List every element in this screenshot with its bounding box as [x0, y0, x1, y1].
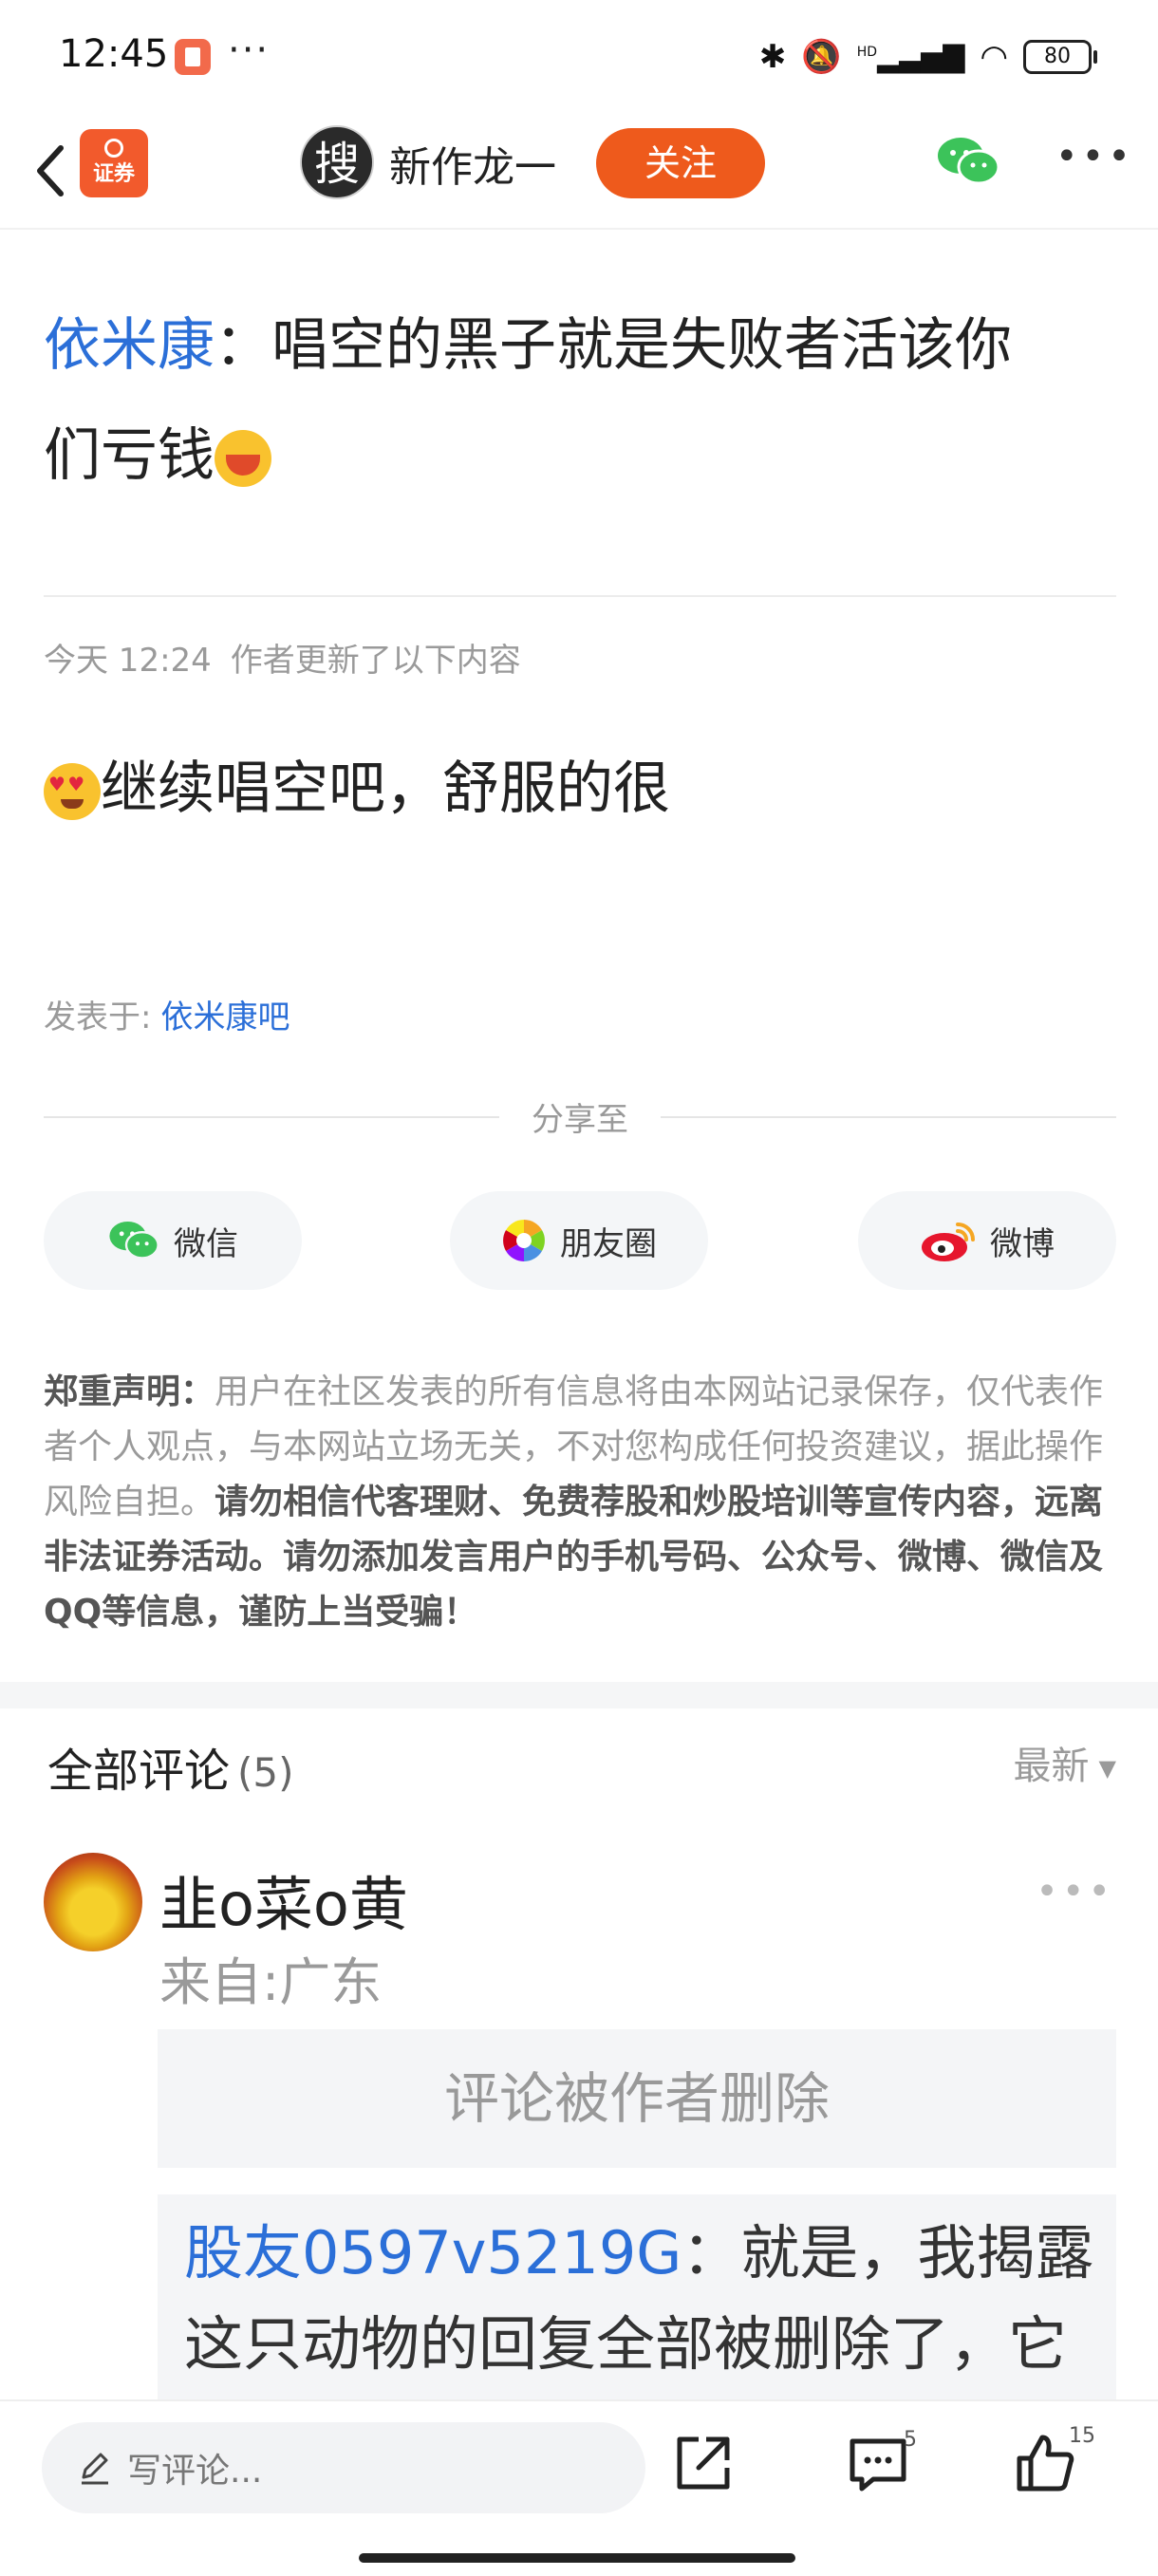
posted-in-label: 发表于:: [44, 999, 152, 1036]
quoted-reply-text: 股友0597v5219G：就是，我揭露这只动物的回复全部被删除了，它: [184, 2208, 1095, 2390]
wifi-icon: ◠: [980, 38, 1008, 76]
comments-title: 全部评论: [47, 1745, 231, 1798]
author-avatar[interactable]: 搜: [300, 125, 374, 199]
comment-icon[interactable]: [845, 2430, 911, 2496]
share-weibo-button[interactable]: 微博: [858, 1191, 1116, 1290]
share-icon[interactable]: [670, 2430, 737, 2496]
more-notifications-icon: ···: [228, 28, 271, 72]
battery-icon: 80: [1023, 40, 1097, 74]
sort-label: 最新: [1013, 1745, 1090, 1788]
heart-eyes-emoji-icon: [44, 763, 101, 821]
notification-app-icon: [175, 39, 211, 75]
home-indicator[interactable]: [359, 2553, 795, 2563]
share-moments-label: 朋友圈: [560, 1224, 657, 1263]
status-icons: ✱ 🔕 HD▂▃▅▇ ◠ 80: [758, 34, 1097, 80]
title-text-line1: 唱空的黑子就是失败者活该你: [271, 312, 1012, 379]
comments-heading: 全部评论 (5): [47, 1733, 294, 1800]
weibo-icon: [922, 1223, 975, 1261]
commenter-name[interactable]: 韭o菜o黄: [159, 1857, 408, 1942]
bottom-action-bar: 写评论... 5 15: [0, 2399, 1158, 2576]
sort-dropdown[interactable]: 最新 ▼: [1014, 1735, 1116, 1790]
posted-in: 发表于: 依米康吧: [44, 991, 290, 1037]
post-header: 证券 搜 新作龙一 关注 •••: [0, 114, 1158, 230]
divider: [44, 595, 1116, 597]
moments-icon: [503, 1220, 545, 1261]
mute-icon: 🔕: [801, 38, 842, 76]
author-name[interactable]: 新作龙一: [389, 133, 556, 194]
wechat-icon: [109, 1222, 159, 1260]
section-separator: [0, 1682, 1158, 1708]
status-time: 12:45: [59, 32, 169, 76]
pencil-icon: [82, 2453, 108, 2485]
more-options-icon[interactable]: •••: [1055, 135, 1134, 178]
commenter-avatar[interactable]: [44, 1853, 142, 1951]
share-weibo-label: 微博: [990, 1224, 1055, 1263]
disclaimer: 郑重声明：用户在社区发表的所有信息将由本网站记录保存，仅代表作者个人观点，与本网…: [44, 1365, 1118, 1640]
title-text-line2: 们亏钱: [44, 422, 215, 489]
status-bar: 12:45 ··· ✱ 🔕 HD▂▃▅▇ ◠ 80: [0, 0, 1158, 114]
update-body-text: 继续唱空吧，舒服的很: [101, 756, 670, 822]
update-body: 继续唱空吧，舒服的很: [44, 742, 670, 825]
comment-count-badge: 5: [904, 2428, 917, 2452]
follow-button[interactable]: 关注: [596, 128, 765, 198]
update-time: 今天 12:24: [44, 642, 212, 680]
write-comment-placeholder: 写评论...: [127, 2452, 263, 2491]
app-logo[interactable]: 证券: [80, 129, 148, 197]
comments-count: (5): [237, 1749, 294, 1796]
share-heading: 分享至: [44, 1093, 1116, 1139]
wechat-share-icon[interactable]: [935, 135, 1001, 188]
reply-user-link[interactable]: 股友0597v5219G: [184, 2218, 682, 2287]
quoted-reply[interactable]: 股友0597v5219G：就是，我揭露这只动物的回复全部被删除了，它: [158, 2194, 1116, 2403]
signal-icon: HD▂▃▅▇: [856, 40, 965, 74]
share-moments-button[interactable]: 朋友圈: [450, 1191, 708, 1290]
update-meta: 今天 12:24 作者更新了以下内容: [44, 634, 521, 681]
share-divider-right: [661, 1116, 1116, 1118]
update-note: 作者更新了以下内容: [230, 642, 521, 680]
post-title: 依米康：唱空的黑子就是失败者活该你 们亏钱: [44, 290, 1126, 511]
back-icon[interactable]: [25, 135, 78, 207]
caret-down-icon: ▼: [1098, 1755, 1116, 1782]
posted-in-bar-link[interactable]: 依米康吧: [160, 999, 290, 1036]
like-count-badge: 15: [1069, 2424, 1095, 2448]
disclaimer-label: 郑重声明：: [44, 1372, 215, 1411]
commenter-location: 来自:广东: [159, 1952, 383, 2012]
share-wechat-label: 微信: [174, 1224, 238, 1263]
bluetooth-icon: ✱: [758, 38, 787, 76]
write-comment-input[interactable]: 写评论...: [42, 2422, 645, 2513]
post-stock-link[interactable]: 依米康: [44, 312, 215, 379]
laughing-emoji-icon: [215, 430, 271, 488]
deleted-comment-notice: 评论被作者删除: [158, 2029, 1116, 2168]
share-wechat-button[interactable]: 微信: [44, 1191, 302, 1290]
title-separator: ：: [215, 312, 271, 379]
comment-more-icon[interactable]: •••: [1036, 1870, 1114, 1913]
